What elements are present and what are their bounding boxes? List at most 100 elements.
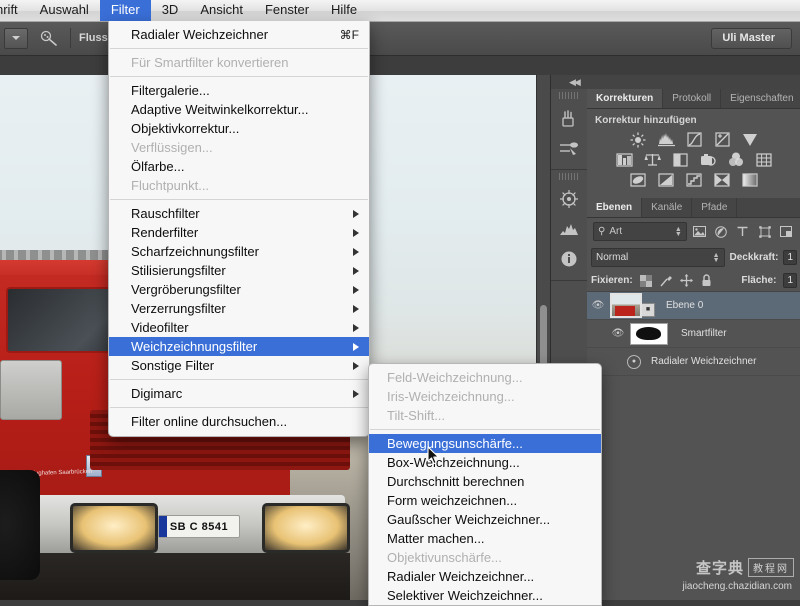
menu-item-filtergalerie[interactable]: Filtergalerie... [109, 81, 369, 100]
layer-row-smartfilter[interactable]: 👁 Smartfilter [587, 320, 800, 348]
navigator-icon[interactable] [551, 184, 587, 214]
submenu-item-bewegungsunschaerfe[interactable]: Bewegungsunschärfe... [369, 434, 601, 453]
lock-image-icon[interactable] [660, 274, 673, 287]
invert-icon[interactable] [630, 172, 647, 187]
menu-item-fuer-smartfilter-konvertieren[interactable]: Für Smartfilter konvertieren [109, 53, 369, 72]
tab-ebenen[interactable]: Ebenen [587, 198, 643, 217]
tab-pfade[interactable]: Pfade [692, 198, 738, 217]
submenu-item-box-weichzeichnung[interactable]: Box-Weichzeichnung... [369, 453, 601, 472]
airbrush-icon[interactable] [36, 27, 62, 49]
photo-filter-icon[interactable] [700, 152, 717, 167]
adjustment-row-2[interactable] [587, 150, 800, 170]
smartfilter-label[interactable]: Smartfilter [681, 328, 727, 339]
lock-transparency-icon[interactable] [640, 274, 653, 287]
lock-position-icon[interactable] [679, 274, 693, 287]
tab-eigenschaften[interactable]: Eigenschaften [721, 89, 800, 108]
double-chevron-left-icon[interactable]: ◀◀ [569, 77, 581, 88]
submenu-item-matter-machen[interactable]: Matter machen... [369, 529, 601, 548]
image-filter-icon[interactable] [691, 223, 709, 240]
histogram-icon[interactable] [551, 214, 587, 244]
fill-input[interactable]: 1 [783, 273, 797, 288]
info-icon[interactable] [551, 244, 587, 274]
submenu-item-durchschnitt-berechnen[interactable]: Durchschnitt berechnen [369, 472, 601, 491]
layer-list[interactable]: 👁 ■ Ebene 0 👁 Smartfilter ● Radialer Wei… [587, 291, 800, 376]
panel-grip[interactable] [559, 92, 579, 99]
submenu-item-feld-weichzeichnung[interactable]: Feld-Weichzeichnung... [369, 368, 601, 387]
hue-saturation-icon[interactable] [615, 152, 633, 167]
filter-dropdown-menu[interactable]: Radialer Weichzeichner ⌘F Für Smartfilte… [108, 21, 370, 437]
menu-item-radialer-weichzeichner[interactable]: Radialer Weichzeichner ⌘F [109, 25, 369, 44]
menu-item-objektivkorrektur[interactable]: Objektivkorrektur... [109, 119, 369, 138]
menu-item-digimarc[interactable]: Digimarc [109, 384, 369, 403]
adjustment-row-1[interactable] [587, 130, 800, 150]
adjustment-filter-icon[interactable] [712, 223, 730, 240]
submenu-item-gaussscher-weichzeichner[interactable]: Gaußscher Weichzeichner... [369, 510, 601, 529]
menu-item-videofilter[interactable]: Videofilter [109, 318, 369, 337]
tab-kanaele[interactable]: Kanäle [642, 198, 693, 217]
exposure-icon[interactable] [714, 132, 731, 147]
tab-protokoll[interactable]: Protokoll [663, 89, 722, 108]
layer-name[interactable]: Ebene 0 [666, 300, 703, 311]
brush-preset-picker[interactable] [4, 27, 28, 49]
threshold-icon[interactable] [686, 172, 703, 187]
panel-grip[interactable] [559, 173, 579, 180]
layer-thumbnail[interactable] [610, 293, 642, 318]
visibility-eye-icon[interactable]: 👁 [591, 300, 605, 311]
tab-korrekturen[interactable]: Korrekturen [587, 89, 664, 108]
dock-collapse-bar[interactable]: ◀◀ [551, 75, 800, 90]
menu-item-renderfilter[interactable]: Renderfilter [109, 223, 369, 242]
curves-icon[interactable] [686, 132, 703, 147]
menu-filter[interactable]: Filter [99, 0, 151, 21]
menu-item-scharfzeichnungsfilter[interactable]: Scharfzeichnungsfilter [109, 242, 369, 261]
menu-item-oelfarbe[interactable]: Ölfarbe... [109, 157, 369, 176]
workspace-switcher-button[interactable]: Uli Master [711, 28, 792, 49]
adjustments-panel-tabs[interactable]: Korrekturen Protokoll Eigenschaften [587, 89, 800, 109]
menu-item-adaptive-weitwinkelkorrektur[interactable]: Adaptive Weitwinkelkorrektur... [109, 100, 369, 119]
vibrance-icon[interactable] [742, 132, 759, 147]
submenu-item-iris-weichzeichnung[interactable]: Iris-Weichzeichnung... [369, 387, 601, 406]
color-balance-icon[interactable] [644, 152, 661, 167]
black-white-icon[interactable] [672, 152, 689, 167]
menu-item-weichzeichnungsfilter[interactable]: Weichzeichnungsfilter [109, 337, 369, 356]
lock-row[interactable]: Fixieren: Fläche: 1 [587, 270, 800, 291]
layer-filter-kind-select[interactable]: ⚲ Art ▲ ▼ [593, 222, 687, 241]
brightness-contrast-icon[interactable] [630, 132, 647, 147]
submenu-item-tilt-shift[interactable]: Tilt-Shift... [369, 406, 601, 425]
menu-item-stilisierungsfilter[interactable]: Stilisierungsfilter [109, 261, 369, 280]
visibility-eye-icon[interactable]: 👁 [611, 328, 625, 339]
levels-icon[interactable] [657, 132, 675, 147]
menu-hilfe[interactable]: Hilfe [320, 0, 368, 21]
menu-item-fluchtpunkt[interactable]: Fluchtpunkt... [109, 176, 369, 195]
adjustment-row-3[interactable] [587, 170, 800, 190]
posterize-icon[interactable] [658, 172, 675, 187]
submenu-item-objektivunschaerfe[interactable]: Objektivunschärfe... [369, 548, 601, 567]
blend-mode-row[interactable]: Normal ▲ ▼ Deckkraft: 1 [587, 245, 800, 270]
menu-item-sonstige-filter[interactable]: Sonstige Filter [109, 356, 369, 375]
gradient-map-icon[interactable] [714, 172, 731, 187]
lock-all-icon[interactable] [700, 274, 713, 287]
brushes-icon[interactable] [551, 103, 587, 133]
menu-auswahl[interactable]: Auswahl [29, 0, 100, 21]
layer-row-ebene-0[interactable]: 👁 ■ Ebene 0 [587, 292, 800, 320]
filter-visibility-icon[interactable]: ● [627, 354, 641, 369]
opacity-input[interactable]: 1 [783, 250, 797, 265]
menu-ansicht[interactable]: Ansicht [189, 0, 254, 21]
submenu-item-selektiver-weichzeichner[interactable]: Selektiver Weichzeichner... [369, 586, 601, 605]
menu-schrift[interactable]: hrift [0, 0, 29, 21]
layers-panel-tabs[interactable]: Ebenen Kanäle Pfade [587, 198, 800, 218]
blend-mode-select[interactable]: Normal ▲ ▼ [591, 248, 725, 267]
menu-fenster[interactable]: Fenster [254, 0, 320, 21]
submenu-item-radialer-weichzeichner[interactable]: Radialer Weichzeichner... [369, 567, 601, 586]
menu-item-verfluessigen[interactable]: Verflüssigen... [109, 138, 369, 157]
tool-presets-icon[interactable] [551, 133, 587, 163]
selective-color-icon[interactable] [742, 172, 759, 187]
menu-item-rauschfilter[interactable]: Rauschfilter [109, 204, 369, 223]
menu-item-vergroeberungsfilter[interactable]: Vergröberungsfilter [109, 280, 369, 299]
smartobject-filter-icon[interactable] [777, 223, 795, 240]
text-filter-icon[interactable] [734, 223, 752, 240]
submenu-item-form-weichzeichnen[interactable]: Form weichzeichnen... [369, 491, 601, 510]
stepper-arrows-icon[interactable]: ▲ ▼ [713, 252, 720, 264]
channel-mixer-icon[interactable] [728, 152, 745, 167]
filter-mask-thumbnail[interactable] [630, 322, 668, 345]
shape-filter-icon[interactable] [756, 223, 774, 240]
